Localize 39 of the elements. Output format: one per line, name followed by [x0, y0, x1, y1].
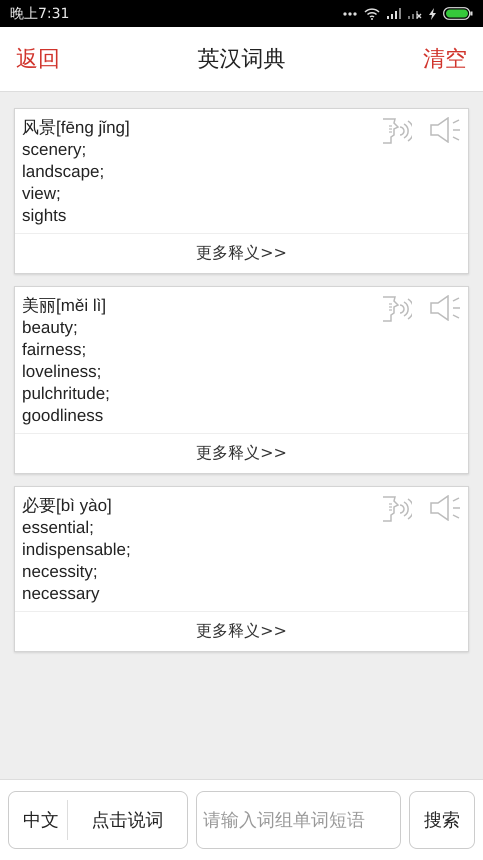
- language-button[interactable]: 中文: [9, 808, 67, 832]
- definition: view;: [22, 183, 62, 205]
- speaking-head-icon[interactable]: [380, 295, 412, 323]
- definition: necessary: [22, 583, 100, 605]
- definition: landscape;: [22, 161, 106, 183]
- back-button[interactable]: 返回: [16, 44, 60, 74]
- more-definitions-link[interactable]: 更多释义>>: [15, 611, 468, 651]
- search-field[interactable]: 请输入词组单词短语: [196, 791, 401, 849]
- definition: pulchritude;: [22, 383, 110, 405]
- voice-button[interactable]: 点击说词: [68, 807, 187, 833]
- headword: 美丽[měi lì]: [22, 295, 108, 317]
- signal-icon: [387, 8, 401, 19]
- speaker-icon[interactable]: [430, 295, 462, 321]
- speaker-icon[interactable]: [430, 117, 462, 143]
- definition: sights: [22, 205, 68, 227]
- more-definitions-link[interactable]: 更多释义>>: [15, 233, 468, 273]
- definition: scenery;: [22, 139, 88, 161]
- charging-icon: [429, 8, 436, 20]
- status-time: 晚上7:31: [10, 4, 70, 22]
- definition: beauty;: [22, 317, 79, 339]
- definition: goodliness: [22, 405, 104, 427]
- definition: essential;: [22, 517, 95, 539]
- headword: 必要[bì yào]: [22, 495, 113, 517]
- more-dots-icon: [343, 12, 357, 16]
- page-title: 英汉词典: [198, 46, 286, 74]
- definition: fairness;: [22, 339, 88, 361]
- speaking-head-icon[interactable]: [380, 495, 412, 523]
- wifi-icon: [364, 8, 380, 20]
- definition: necessity;: [22, 561, 99, 583]
- battery-icon: [443, 7, 473, 20]
- no-signal-icon: [408, 8, 422, 19]
- more-definitions-link[interactable]: 更多释义>>: [15, 433, 468, 473]
- definition: indispensable;: [22, 539, 131, 561]
- search-button[interactable]: 搜索: [409, 791, 475, 849]
- definition: loveliness;: [22, 361, 102, 383]
- headword: 风景[fēng jǐng]: [22, 117, 130, 139]
- clear-button[interactable]: 清空: [423, 44, 467, 74]
- speaker-icon[interactable]: [430, 495, 462, 521]
- speaking-head-icon[interactable]: [380, 117, 412, 145]
